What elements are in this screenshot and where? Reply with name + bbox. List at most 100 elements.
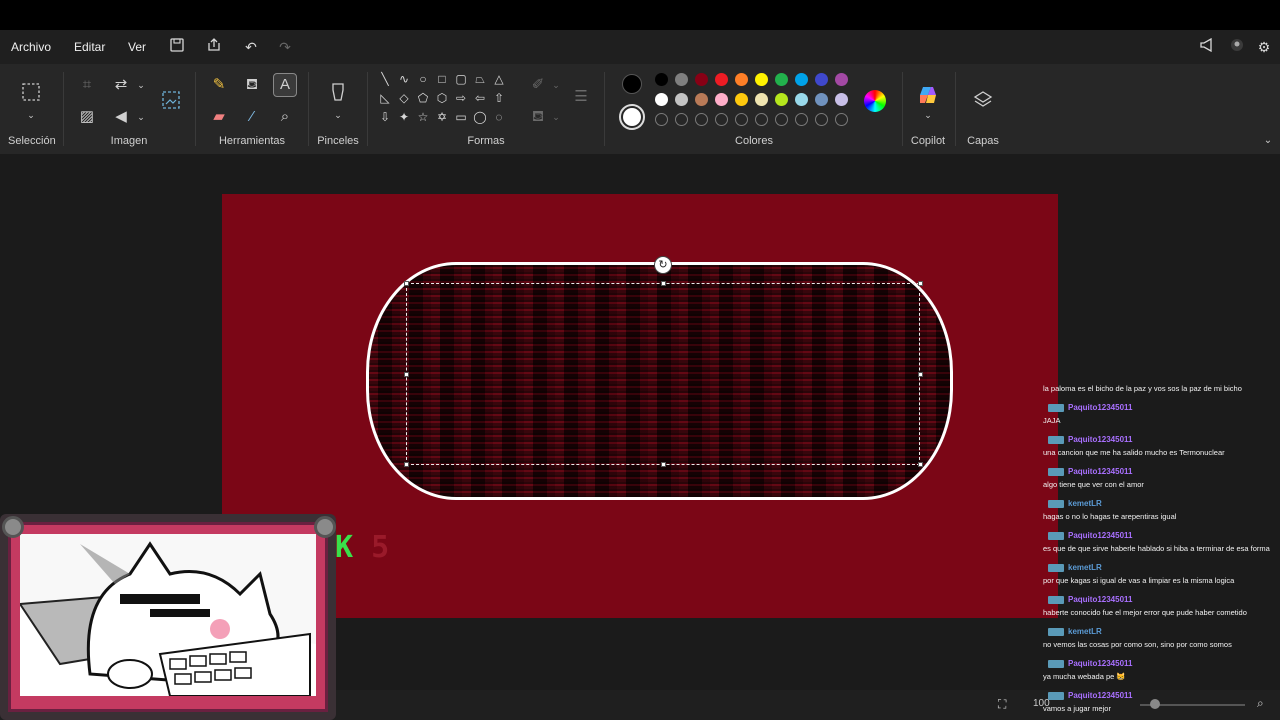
color-swatch[interactable] (795, 73, 808, 86)
save-icon[interactable] (167, 38, 187, 56)
background-removal-icon[interactable]: ▨ (76, 106, 98, 128)
copilot-icon[interactable] (917, 84, 939, 106)
brush-icon[interactable] (327, 82, 349, 104)
menu-ver[interactable]: Ver (128, 40, 146, 54)
color-swatch[interactable] (655, 93, 668, 106)
rectangle-shape-icon[interactable]: □ (434, 71, 450, 87)
flip-icon[interactable]: ◀ (110, 106, 132, 128)
custom-color-slot[interactable] (715, 113, 728, 126)
undo-icon[interactable]: ↶ (241, 38, 261, 56)
chevron-down-icon[interactable]: ⌄ (545, 106, 567, 128)
color-swatch[interactable] (695, 93, 708, 106)
eraser-icon[interactable]: ▰ (208, 106, 230, 128)
custom-color-slot[interactable] (835, 113, 848, 126)
resize-handle[interactable] (661, 281, 666, 286)
custom-color-slot[interactable] (795, 113, 808, 126)
chevron-down-icon[interactable]: ⌄ (130, 106, 152, 128)
account-icon[interactable] (1227, 38, 1247, 56)
color-swatch[interactable] (775, 73, 788, 86)
resize-handle[interactable] (404, 462, 409, 467)
menu-archivo[interactable]: Archivo (11, 40, 51, 54)
resize-handle[interactable] (918, 281, 923, 286)
select-rectangle-icon[interactable] (20, 82, 42, 104)
callout-rect-shape-icon[interactable]: ▭ (453, 109, 469, 125)
resize-handle[interactable] (404, 372, 409, 377)
polygon-shape-icon[interactable]: ⏢ (472, 71, 488, 87)
color-swatch[interactable] (715, 73, 728, 86)
custom-color-slot[interactable] (735, 113, 748, 126)
pencil-icon[interactable]: ✎ (208, 74, 230, 96)
stroke-size-icon[interactable]: ☰ (570, 86, 592, 108)
oval-shape-icon[interactable]: ○ (415, 71, 431, 87)
primary-color-swatch[interactable] (622, 74, 642, 94)
callout-cloud-shape-icon[interactable]: ◌ (491, 109, 507, 125)
color-swatch[interactable] (675, 73, 688, 86)
chevron-down-icon[interactable]: ⌄ (545, 74, 567, 96)
color-swatch[interactable] (835, 73, 848, 86)
resize-handle[interactable] (661, 462, 666, 467)
custom-color-slot[interactable] (675, 113, 688, 126)
resize-handle[interactable] (918, 372, 923, 377)
left-arrow-shape-icon[interactable]: ⇦ (472, 90, 488, 106)
megaphone-icon[interactable] (1197, 37, 1217, 56)
four-point-star-shape-icon[interactable]: ✦ (396, 109, 412, 125)
hexagon-shape-icon[interactable]: ⬡ (434, 90, 450, 106)
diamond-shape-icon[interactable]: ◇ (396, 90, 412, 106)
fit-to-window-icon[interactable]: ⛶ (998, 697, 1006, 712)
callout-oval-shape-icon[interactable]: ◯ (472, 109, 488, 125)
edit-colors-icon[interactable] (864, 90, 886, 112)
fill-bucket-icon[interactable]: ⛾ (241, 74, 263, 96)
custom-color-slot[interactable] (695, 113, 708, 126)
secondary-color-swatch[interactable] (619, 104, 645, 130)
redo-icon[interactable]: ↷ (275, 38, 295, 56)
magnifier-icon[interactable]: ⌕ (274, 106, 296, 128)
selection-marquee[interactable] (406, 283, 920, 465)
pentagon-shape-icon[interactable]: ⬠ (415, 90, 431, 106)
color-swatch[interactable] (815, 73, 828, 86)
color-swatch[interactable] (715, 93, 728, 106)
color-swatch[interactable] (835, 93, 848, 106)
custom-color-slot[interactable] (655, 113, 668, 126)
color-picker-icon[interactable]: ⁄ (241, 106, 263, 128)
five-point-star-shape-icon[interactable]: ☆ (415, 109, 431, 125)
rotate-handle-icon[interactable]: ↻ (654, 256, 672, 274)
chevron-down-icon[interactable]: ⌄ (130, 74, 152, 96)
color-swatch[interactable] (815, 93, 828, 106)
right-arrow-shape-icon[interactable]: ⇨ (453, 90, 469, 106)
layers-icon[interactable] (972, 90, 994, 112)
rounded-rectangle-shape-icon[interactable]: ▢ (453, 71, 469, 87)
settings-gear-icon[interactable]: ⚙ (1254, 38, 1274, 56)
down-arrow-shape-icon[interactable]: ⇩ (377, 109, 393, 125)
menu-editar[interactable]: Editar (74, 40, 105, 54)
color-swatch[interactable] (795, 93, 808, 106)
color-swatch[interactable] (755, 93, 768, 106)
share-icon[interactable] (204, 38, 224, 56)
chevron-down-icon[interactable]: ⌄ (327, 104, 349, 126)
chevron-down-icon[interactable]: ⌄ (917, 104, 939, 126)
color-swatch[interactable] (735, 93, 748, 106)
color-swatch[interactable] (775, 93, 788, 106)
color-swatch[interactable] (675, 93, 688, 106)
color-swatch[interactable] (755, 73, 768, 86)
text-tool-icon[interactable]: A (273, 73, 297, 97)
custom-color-slot[interactable] (755, 113, 768, 126)
resize-icon[interactable]: ⇄ (110, 74, 132, 96)
chat-username: Paquito12345011 (1040, 433, 1280, 446)
six-point-star-shape-icon[interactable]: ✡ (434, 109, 450, 125)
collapse-ribbon-chevron-icon[interactable]: ⌄ (1257, 130, 1279, 152)
right-triangle-shape-icon[interactable]: ◺ (377, 90, 393, 106)
curve-shape-icon[interactable]: ∿ (396, 71, 412, 87)
color-swatch[interactable] (735, 73, 748, 86)
resize-handle[interactable] (404, 281, 409, 286)
custom-color-slot[interactable] (775, 113, 788, 126)
up-arrow-shape-icon[interactable]: ⇧ (491, 90, 507, 106)
custom-color-slot[interactable] (815, 113, 828, 126)
resize-handle[interactable] (918, 462, 923, 467)
color-swatch[interactable] (695, 73, 708, 86)
color-swatch[interactable] (655, 73, 668, 86)
crop-icon[interactable]: ⌗ (76, 74, 98, 96)
line-shape-icon[interactable]: ╲ (377, 71, 393, 87)
chevron-down-icon[interactable]: ⌄ (20, 104, 42, 126)
triangle-shape-icon[interactable]: △ (491, 71, 507, 87)
image-select-icon[interactable] (160, 90, 182, 112)
